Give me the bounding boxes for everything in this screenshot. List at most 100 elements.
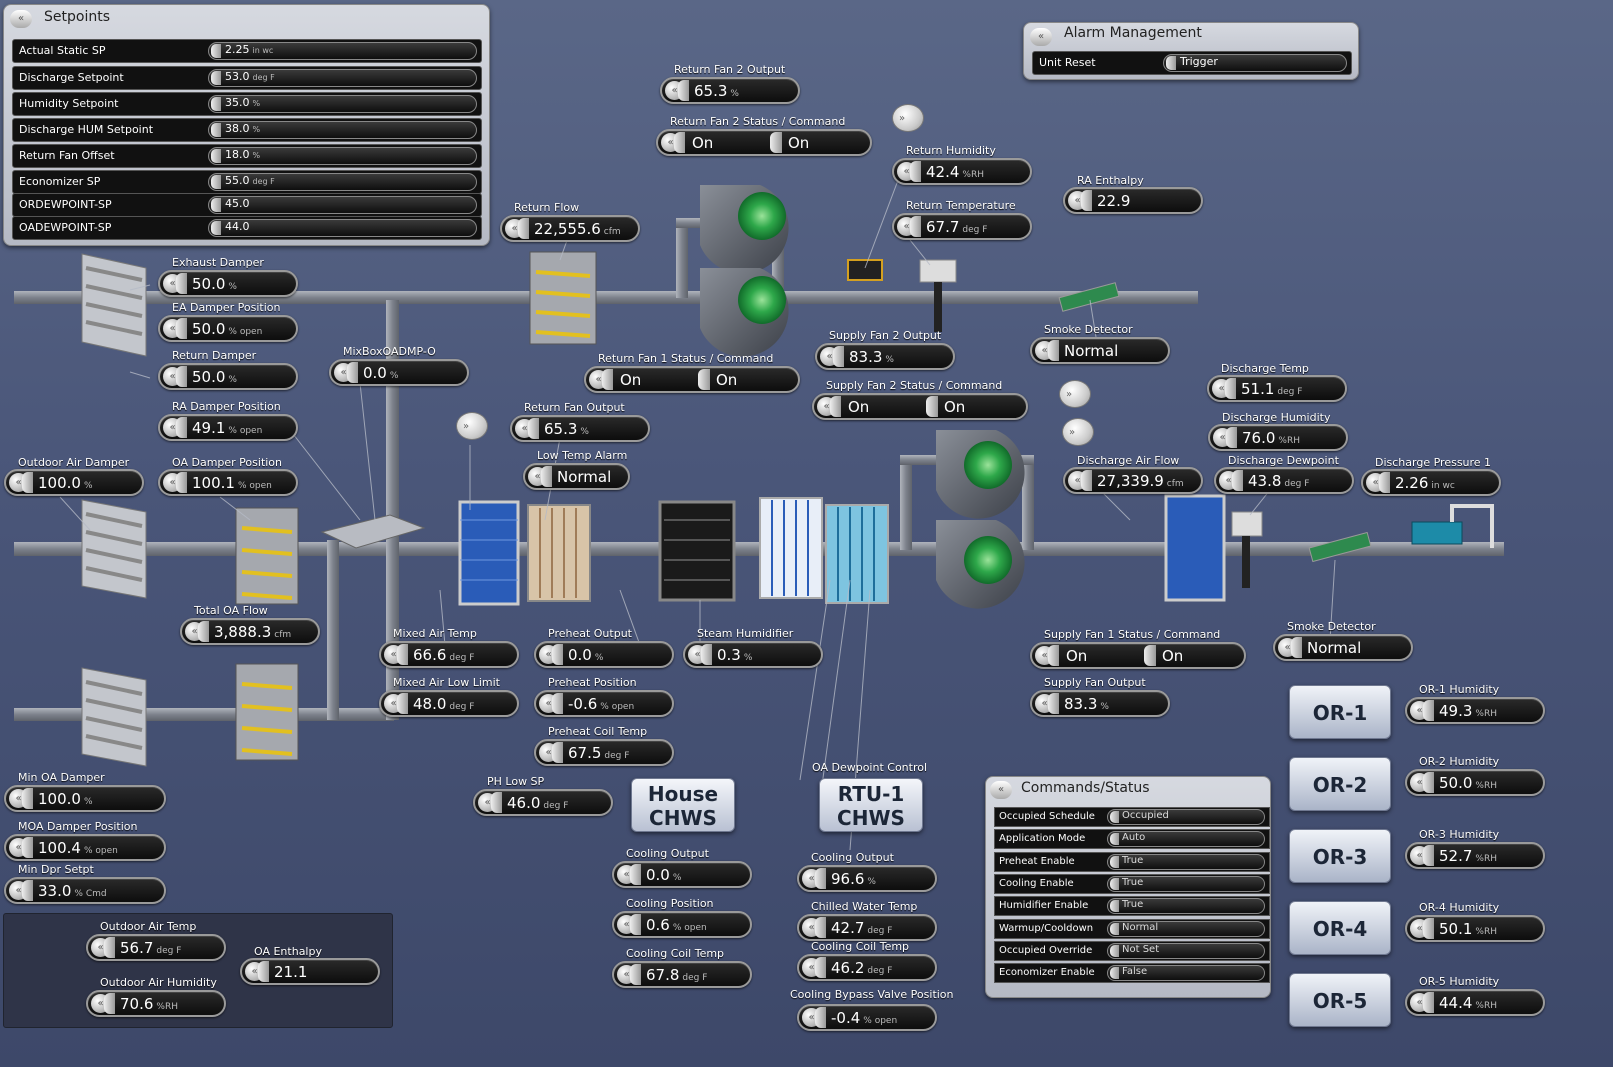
point-value-field[interactable]: « 100.1% open	[158, 469, 298, 496]
point-value-field[interactable]: « Normal	[523, 463, 630, 490]
collapse-commands-icon[interactable]: «	[990, 781, 1012, 799]
setpoint-row: Return Fan Offset 18.0%	[12, 144, 482, 168]
point-value-field[interactable]: « 56.7 deg F	[86, 934, 226, 961]
point-value-field[interactable]: « 70.6 %RH	[86, 990, 226, 1017]
point-value-field[interactable]: « 0.3%	[683, 641, 823, 668]
house-chws-button[interactable]: House CHWS	[631, 778, 735, 832]
point-value-field[interactable]: « 49.1% open	[158, 414, 298, 441]
point-value-field[interactable]: « 76.0 %RH	[1208, 424, 1348, 451]
or-1-button[interactable]: OR-1	[1289, 685, 1391, 739]
point-value-field[interactable]: « 46.0 deg F	[473, 789, 613, 816]
command-value-field[interactable]: True	[1107, 875, 1265, 892]
point-value-field[interactable]: « 42.4 %RH	[892, 158, 1032, 185]
or-4-button[interactable]: OR-4	[1289, 901, 1391, 955]
point-value-field[interactable]: « 65.3%	[510, 415, 650, 442]
point-value-field[interactable]: « 67.5 deg F	[534, 739, 674, 766]
setpoint-value-field[interactable]: 53.0 deg F	[208, 69, 477, 87]
setpoint-row: ORDEWPOINT-SP 45.0	[12, 193, 482, 217]
setpoint-value-field[interactable]: 2.25 in wc	[208, 42, 477, 60]
point-value-field[interactable]: « 83.3%	[815, 343, 955, 370]
or-3-button[interactable]: OR-3	[1289, 829, 1391, 883]
point-value: 100.0%	[38, 474, 93, 492]
commands-title: Commands/Status	[1021, 780, 1150, 796]
point-value-field[interactable]: « 46.2 deg F	[797, 954, 937, 981]
point-value-field[interactable]: « 100.0%	[4, 469, 144, 496]
point-value-field[interactable]: « 48.0 deg F	[379, 690, 519, 717]
point-value: 52.7 %RH	[1439, 847, 1497, 865]
return-fan-nav-button[interactable]: »	[892, 104, 924, 132]
command-value-field[interactable]: Occupied	[1107, 809, 1265, 825]
point-value-field[interactable]: « 33.0% Cmd	[4, 877, 166, 904]
point-value-field[interactable]: « 0.0%	[612, 861, 752, 888]
point-value: 65.3%	[694, 82, 739, 100]
collapse-setpoints-icon[interactable]: «	[10, 10, 32, 28]
point-value-field[interactable]: « 65.3%	[660, 77, 800, 104]
supply-fan-1-nav-button[interactable]: »	[1062, 418, 1094, 446]
point-value-field[interactable]: « Normal	[1030, 337, 1170, 364]
point-value-field[interactable]: « 0.6% open	[612, 911, 752, 938]
point-value-field[interactable]: « 100.0%	[4, 785, 166, 812]
status-command-field[interactable]: « On On	[812, 393, 1028, 420]
point-value-field[interactable]: « 50.0%	[158, 363, 298, 390]
rtu-1-chws-button[interactable]: RTU-1 CHWS	[819, 778, 923, 832]
point-label: OR-5 Humidity	[1419, 975, 1500, 988]
status-command-field[interactable]: « On On	[656, 129, 872, 156]
status-command-field[interactable]: « On On	[1030, 642, 1246, 669]
point-value-field[interactable]: « 0.0%	[534, 641, 674, 668]
point-value-field[interactable]: « 52.7 %RH	[1405, 842, 1545, 869]
point-value-field[interactable]: « 27,339.9 cfm	[1063, 467, 1203, 494]
point-value-field[interactable]: « 22.9	[1063, 187, 1203, 214]
point-label: Supply Fan Output	[1044, 676, 1146, 689]
setpoint-value-field[interactable]: 55.0 deg F	[208, 173, 477, 191]
point-value-field[interactable]: « -0.4% open	[797, 1004, 937, 1031]
point-value-field[interactable]: « 44.4 %RH	[1405, 989, 1545, 1016]
trigger-button[interactable]: Trigger	[1163, 54, 1347, 72]
point-value: 46.0 deg F	[507, 794, 569, 812]
point-value-field[interactable]: « 100.4% open	[4, 834, 166, 861]
setpoint-value-field[interactable]: 35.0%	[208, 95, 477, 113]
point-value-field[interactable]: « 2.26 in wc	[1361, 469, 1501, 496]
or-2-button[interactable]: OR-2	[1289, 757, 1391, 811]
point-label: Cooling Bypass Valve Position	[790, 988, 954, 1001]
command-value-field[interactable]: Not Set	[1107, 942, 1265, 959]
point-value-field[interactable]: « -0.6% open	[534, 690, 674, 717]
point-value-field[interactable]: « 43.8 deg F	[1214, 467, 1354, 494]
supply-fan-2-nav-button[interactable]: »	[1059, 380, 1091, 408]
point-value-field[interactable]: « 3,888.3 cfm	[180, 618, 320, 645]
setpoint-value-field[interactable]: 38.0%	[208, 121, 477, 139]
fan-status: On	[692, 134, 714, 152]
status-command-field[interactable]: « On On	[584, 366, 800, 393]
point-value-field[interactable]: « 0.0%	[329, 359, 469, 386]
point-label: Return Flow	[514, 201, 580, 214]
setpoint-value-field[interactable]: 18.0%	[208, 147, 477, 165]
point-value-field[interactable]: « 42.7 deg F	[797, 914, 937, 941]
command-value-field[interactable]: True	[1107, 853, 1265, 870]
command-value: True	[1122, 876, 1144, 888]
command-value-field[interactable]: False	[1107, 965, 1265, 982]
discharge-sensor-icon	[1231, 511, 1263, 537]
point-value-field[interactable]: « 66.6 deg F	[379, 641, 519, 668]
point-value-field[interactable]: « Normal	[1273, 634, 1413, 661]
command-value-field[interactable]: Normal	[1107, 920, 1265, 937]
point-value-field[interactable]: « 67.7 deg F	[892, 213, 1032, 240]
point-value-field[interactable]: « 67.8 deg F	[612, 961, 752, 988]
point-value-field[interactable]: « 50.0%	[158, 270, 298, 297]
point-value-field[interactable]: « 50.0% open	[158, 315, 298, 342]
point-value-field[interactable]: « 96.6%	[797, 865, 937, 892]
or-5-button[interactable]: OR-5	[1289, 973, 1391, 1027]
point-value-field[interactable]: « 49.3 %RH	[1405, 697, 1545, 724]
point-value-field[interactable]: « 83.3%	[1030, 690, 1170, 717]
command-value-field[interactable]: True	[1107, 898, 1265, 915]
command-row: Economizer Enable False	[994, 963, 1270, 984]
point-value-field[interactable]: « 21.1	[240, 958, 380, 985]
setpoint-value-field[interactable]: 44.0	[208, 219, 477, 237]
point-value-field[interactable]: « 50.1 %RH	[1405, 915, 1545, 942]
point-value-field[interactable]: « 22,555.6 cfm	[500, 215, 640, 242]
collapse-alarm-icon[interactable]: «	[1030, 28, 1052, 46]
filter-nav-button[interactable]: »	[456, 412, 488, 440]
point-value-field[interactable]: « 50.0 %RH	[1405, 769, 1545, 796]
setpoint-value-field[interactable]: 45.0	[208, 196, 477, 214]
command-value-field[interactable]: Auto	[1107, 831, 1265, 848]
point-value-field[interactable]: « 51.1 deg F	[1207, 375, 1347, 402]
setpoint-value: 35.0%	[225, 96, 261, 109]
